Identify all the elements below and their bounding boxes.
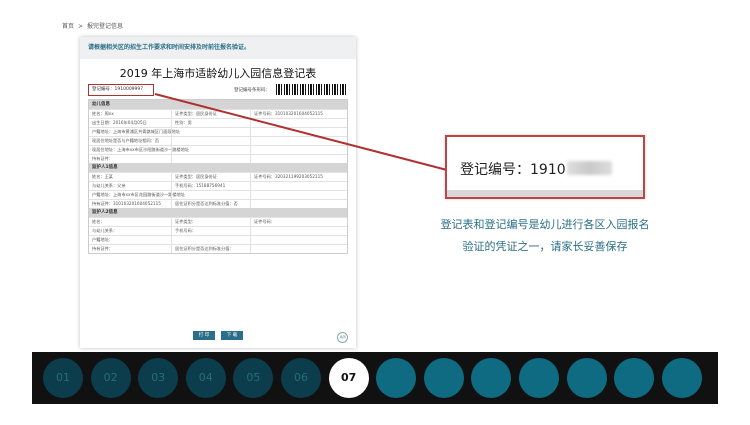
step-12[interactable]: 12 [566,358,607,398]
step-06[interactable]: 06 [281,358,321,398]
step-03[interactable]: 03 [138,358,179,398]
zoom-registration-number: 登记编号：1910 [460,162,566,178]
caption-line-1: 登记表和登记编号是幼儿进行各区入园报名 [440,218,650,231]
step-10[interactable]: 10 [471,358,512,398]
step-navigation: 01 02 03 04 05 06 07 08 09 10 11 12 13 14 [32,352,718,404]
step-13[interactable]: 13 [614,358,655,398]
step-08[interactable]: 08 [376,358,417,398]
step-01[interactable]: 01 [43,358,83,398]
step-11[interactable]: 11 [519,358,559,398]
step-05[interactable]: 05 [233,358,274,398]
redacted-number [567,161,612,175]
step-14[interactable]: 14 [661,358,702,398]
zoom-callout: 登记编号：1910 [445,135,645,199]
step-04[interactable]: 04 [185,358,226,398]
step-07[interactable]: 07 [328,358,369,398]
zoom-bottom-strip [447,190,643,197]
step-09[interactable]: 09 [423,358,464,398]
callout-line [154,93,448,171]
step-02[interactable]: 02 [90,358,131,398]
instruction-caption: 登记表和登记编号是幼儿进行各区入园报名 验证的凭证之一，请家长妥善保存 [410,214,680,258]
caption-line-2: 验证的凭证之一，请家长妥善保存 [462,240,628,253]
